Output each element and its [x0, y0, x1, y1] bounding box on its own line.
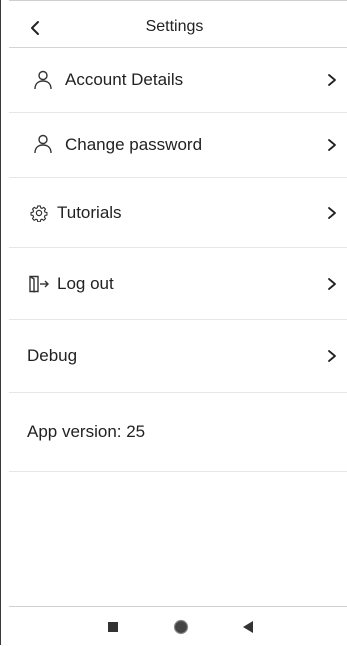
home-circle-icon — [173, 619, 189, 635]
back-triangle-icon — [243, 621, 253, 633]
logout-icon — [27, 270, 51, 298]
gear-icon — [27, 199, 51, 227]
chevron-right-icon — [325, 135, 339, 155]
chevron-right-icon — [325, 274, 339, 294]
menu-item-tutorials[interactable]: Tutorials — [9, 178, 347, 248]
chevron-right-icon — [325, 346, 339, 366]
menu-item-debug[interactable]: Debug — [9, 320, 347, 393]
person-icon — [29, 66, 57, 94]
menu-item-log-out[interactable]: Log out — [9, 248, 347, 320]
chevron-right-icon — [325, 70, 339, 90]
app-header: Settings — [1, 8, 347, 48]
person-icon — [29, 131, 57, 159]
menu-item-label: Debug — [27, 346, 78, 365]
menu-item-label: Tutorials — [57, 202, 122, 222]
home-button[interactable] — [172, 618, 190, 636]
app-version-row: App version: 25 — [9, 393, 347, 472]
settings-screen: Settings Account Details Change password — [0, 0, 347, 646]
top-divider — [9, 0, 347, 1]
menu-item-label: Log out — [57, 273, 114, 293]
menu-item-account-details[interactable]: Account Details — [9, 48, 347, 113]
chevron-right-icon — [325, 203, 339, 223]
system-nav-bar — [9, 606, 347, 646]
menu-item-change-password[interactable]: Change password — [9, 113, 347, 178]
menu-item-label: Account Details — [65, 70, 184, 89]
recents-square-icon — [108, 622, 118, 632]
menu-item-label: Change password — [65, 135, 203, 154]
recents-button[interactable] — [104, 618, 122, 636]
app-version-label: App version: 25 — [27, 422, 146, 441]
page-title: Settings — [145, 18, 204, 35]
system-back-button[interactable] — [239, 618, 257, 636]
